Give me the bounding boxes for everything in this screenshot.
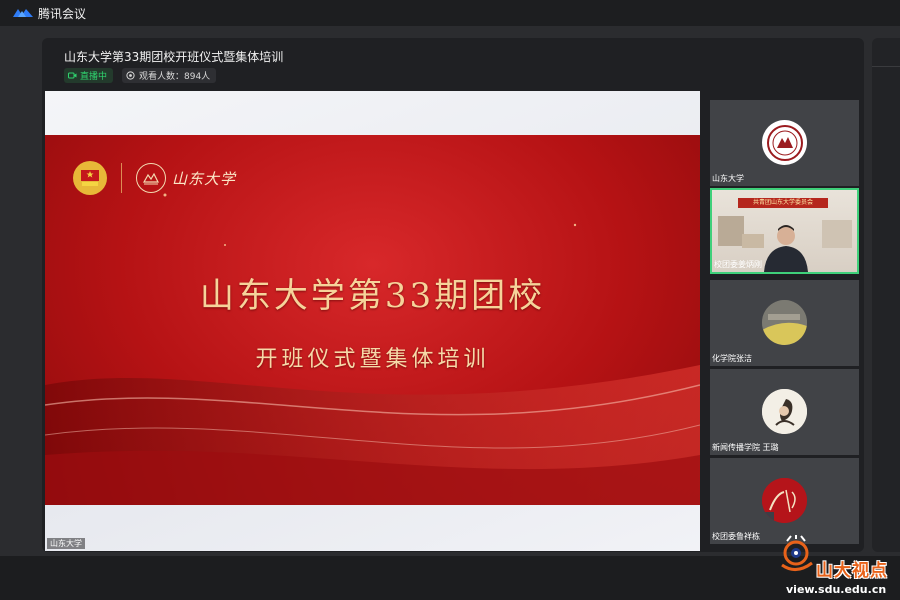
sdu-view-watermark: 山大视点 view.sdu.edu.cn — [778, 535, 898, 597]
slide-subtitle: 开班仪式暨集体培训 — [255, 347, 490, 372]
participant-name: 山东大学 — [712, 174, 744, 183]
participant-tile-active[interactable]: 共青团山东大学委员会 校团委姜炳刚 — [710, 188, 859, 274]
slide-title: 山东大学第33期团校 — [199, 276, 546, 316]
live-badge-label: 直播中 — [80, 72, 108, 82]
viewers-badge: 观看人数：894人 — [122, 68, 217, 83]
bottom-toolbar — [0, 556, 900, 600]
watermark-url: view.sdu.edu.cn — [786, 583, 887, 596]
eye-icon — [126, 71, 135, 80]
ink-portrait-icon — [762, 389, 807, 434]
participant-tile[interactable]: 新闻传播学院 王璐 — [710, 369, 859, 455]
youth-league-emblem-icon — [73, 161, 107, 195]
slide-logos: 山东大学 — [73, 161, 236, 195]
tencent-meeting-logo-icon — [13, 9, 33, 17]
meeting-title: 山东大学第33期团校开班仪式暨集体培训 — [64, 50, 284, 64]
shared-screen[interactable]: 山东大学 山东大学第33期团校 开班仪式暨集体培训 山东大学 — [45, 91, 700, 551]
participant-tile[interactable]: 校团委鲁祥栋 — [710, 458, 859, 544]
participant-tile[interactable]: 山东大学 — [710, 100, 859, 186]
meeting-panel: 山东大学第33期团校开班仪式暨集体培训 直播中 观看人数：894人 山东大学 山… — [42, 38, 864, 552]
participant-name: 新闻传播学院 王璐 — [712, 443, 779, 452]
watermark-brand: 山大视点 — [816, 561, 888, 581]
participant-name: 校团委鲁祥栋 — [712, 532, 760, 541]
presentation-slide: 山东大学 山东大学第33期团校 开班仪式暨集体培训 — [45, 135, 700, 505]
building-photo-icon — [762, 300, 807, 345]
presenter-name: 山东大学 — [47, 538, 85, 549]
sdu-seal-icon — [136, 163, 166, 193]
app-titlebar: 腾讯会议 — [0, 0, 900, 26]
side-panel[interactable] — [872, 38, 900, 552]
sdu-logo-script: 山东大学 — [172, 169, 237, 188]
participant-name: 化学院张洁 — [712, 354, 752, 363]
live-badge: 直播中 — [64, 68, 114, 83]
video-camera-icon — [68, 72, 77, 79]
participant-tile[interactable]: 化学院张洁 — [710, 280, 859, 366]
viewers-count: 观看人数：894人 — [139, 72, 211, 82]
calligraphy-icon — [762, 478, 807, 523]
logo-divider — [121, 163, 122, 193]
participant-name: 校团委姜炳刚 — [714, 260, 762, 269]
app-name: 腾讯会议 — [38, 6, 87, 21]
sdu-seal-icon — [762, 120, 807, 165]
